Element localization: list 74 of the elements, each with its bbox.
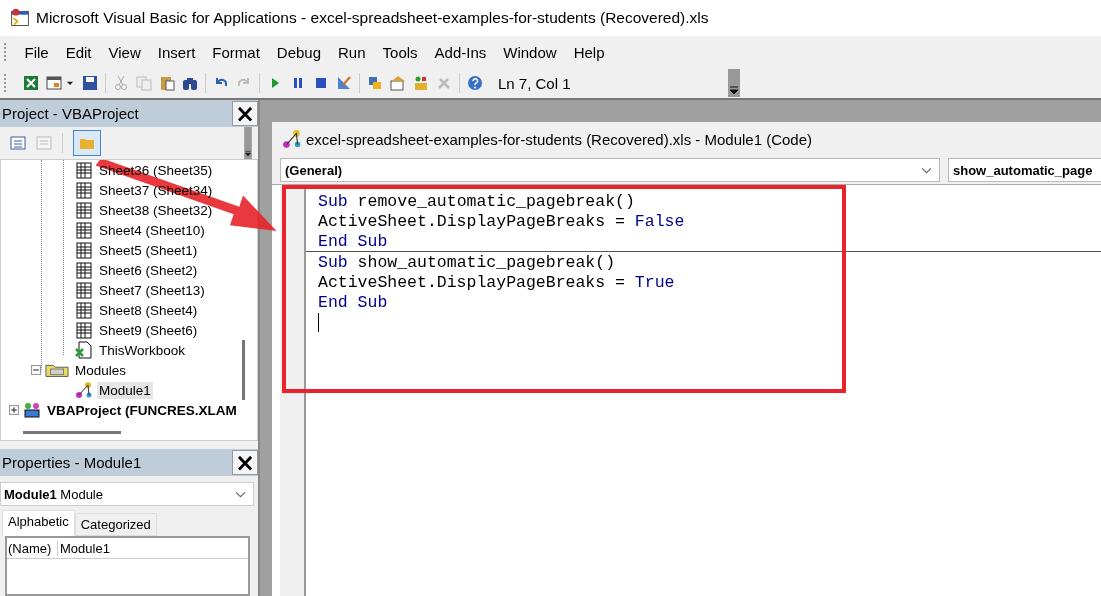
menu-item[interactable]: Add-Ins bbox=[426, 43, 495, 61]
cursor-position: Ln 7, Col 1 bbox=[498, 74, 571, 92]
menu-item[interactable]: View bbox=[100, 43, 150, 61]
tree-item[interactable]: Sheet7 (Sheet13) bbox=[97, 281, 207, 299]
worksheet-icon bbox=[75, 201, 93, 219]
module-icon bbox=[282, 129, 302, 149]
menu-item[interactable]: Run bbox=[329, 43, 375, 61]
code-line: ActiveSheet.DisplayPageBreaks = False bbox=[318, 211, 685, 231]
excel-icon[interactable] bbox=[23, 75, 39, 91]
object-dropdown[interactable]: (General) bbox=[280, 158, 940, 182]
worksheet-icon bbox=[75, 261, 93, 279]
chevron-down-icon bbox=[921, 167, 932, 174]
property-value[interactable]: Module1 bbox=[58, 540, 110, 556]
properties-tab[interactable]: Categorized bbox=[74, 513, 157, 536]
expander-icon[interactable] bbox=[9, 405, 19, 415]
tree-item[interactable]: Module1 bbox=[97, 381, 153, 399]
menu-item[interactable]: File bbox=[16, 43, 58, 61]
project-icon bbox=[23, 401, 41, 419]
workbook-icon bbox=[75, 341, 93, 359]
tree-item[interactable]: Modules bbox=[73, 361, 129, 379]
help-icon[interactable] bbox=[467, 75, 483, 91]
code-line: ActiveSheet.DisplayPageBreaks = True bbox=[318, 272, 675, 292]
view-code-icon[interactable] bbox=[10, 135, 26, 151]
toolbar-overflow-icon[interactable] bbox=[242, 127, 254, 159]
explorer-icon[interactable] bbox=[367, 75, 383, 91]
tree-item[interactable]: VBAProject (FUNCRES.XLAM bbox=[45, 401, 239, 419]
ruler-icon[interactable] bbox=[336, 75, 352, 91]
property-name: (Name) bbox=[7, 540, 58, 556]
procedure-dropdown[interactable]: show_automatic_page bbox=[948, 158, 1101, 182]
toolbox-icon[interactable] bbox=[413, 75, 429, 91]
toggle-folders-button[interactable] bbox=[73, 130, 101, 156]
expander-icon[interactable] bbox=[31, 365, 41, 375]
menu-item[interactable]: Debug bbox=[268, 43, 330, 61]
object-dropdown[interactable]: Module1 Module bbox=[0, 482, 254, 506]
pane-title: Project - VBAProject bbox=[2, 105, 139, 122]
code-line: End Sub bbox=[318, 292, 388, 312]
menu-item[interactable]: Insert bbox=[149, 43, 204, 61]
tree-item[interactable]: Sheet8 (Sheet4) bbox=[97, 301, 200, 319]
tree-item[interactable]: ThisWorkbook bbox=[97, 341, 188, 359]
chevron-down-icon bbox=[235, 491, 246, 498]
code-window-title: excel-spreadsheet-examples-for-students (Recovered).xls - Module1 (Code) bbox=[306, 130, 813, 148]
worksheet-icon bbox=[75, 241, 93, 259]
tree-item[interactable]: Sheet9 (Sheet6) bbox=[97, 321, 200, 339]
window-title: Microsoft Visual Basic for Applications - excel-spreadsheet-examples-for-students (Recovered).xls bbox=[36, 9, 709, 27]
close-button[interactable]: × bbox=[232, 450, 258, 475]
toolbar-overflow-icon[interactable] bbox=[728, 69, 740, 97]
tree-item[interactable]: Sheet4 (Sheet10) bbox=[97, 221, 207, 239]
code-line: Sub show_automatic_pagebreak() bbox=[318, 252, 616, 272]
close-button[interactable]: × bbox=[232, 101, 258, 126]
menu-item[interactable]: Tools bbox=[374, 43, 427, 61]
vba-app-icon bbox=[10, 8, 30, 28]
tree-item[interactable]: Sheet5 (Sheet1) bbox=[97, 241, 200, 259]
pane-title: Properties - Module1 bbox=[2, 454, 142, 471]
module-icon bbox=[75, 381, 93, 399]
worksheet-icon bbox=[75, 301, 93, 319]
tree-item[interactable]: Sheet38 (Sheet32) bbox=[97, 201, 215, 219]
menu-item[interactable]: Help bbox=[565, 43, 613, 61]
clipboard-icon[interactable] bbox=[159, 75, 175, 91]
worksheet-icon bbox=[75, 181, 93, 199]
menu-item[interactable]: Window bbox=[494, 43, 566, 61]
tree-item[interactable]: Sheet6 (Sheet2) bbox=[97, 261, 200, 279]
properties-tab[interactable]: Alphabetic bbox=[2, 510, 75, 536]
form-icon[interactable] bbox=[46, 75, 62, 91]
code-line: End Sub bbox=[318, 231, 388, 251]
save-icon[interactable] bbox=[82, 75, 98, 91]
properties-icon[interactable] bbox=[390, 75, 406, 91]
worksheet-icon bbox=[75, 321, 93, 339]
menu-item[interactable]: Edit bbox=[57, 43, 101, 61]
menu-item[interactable]: Format bbox=[203, 43, 269, 61]
worksheet-icon bbox=[75, 221, 93, 239]
worksheet-icon bbox=[75, 281, 93, 299]
stop-icon[interactable] bbox=[313, 75, 329, 91]
binoculars-icon[interactable] bbox=[182, 75, 198, 91]
code-line: Sub remove_automatic_pagebreak() bbox=[318, 191, 635, 211]
